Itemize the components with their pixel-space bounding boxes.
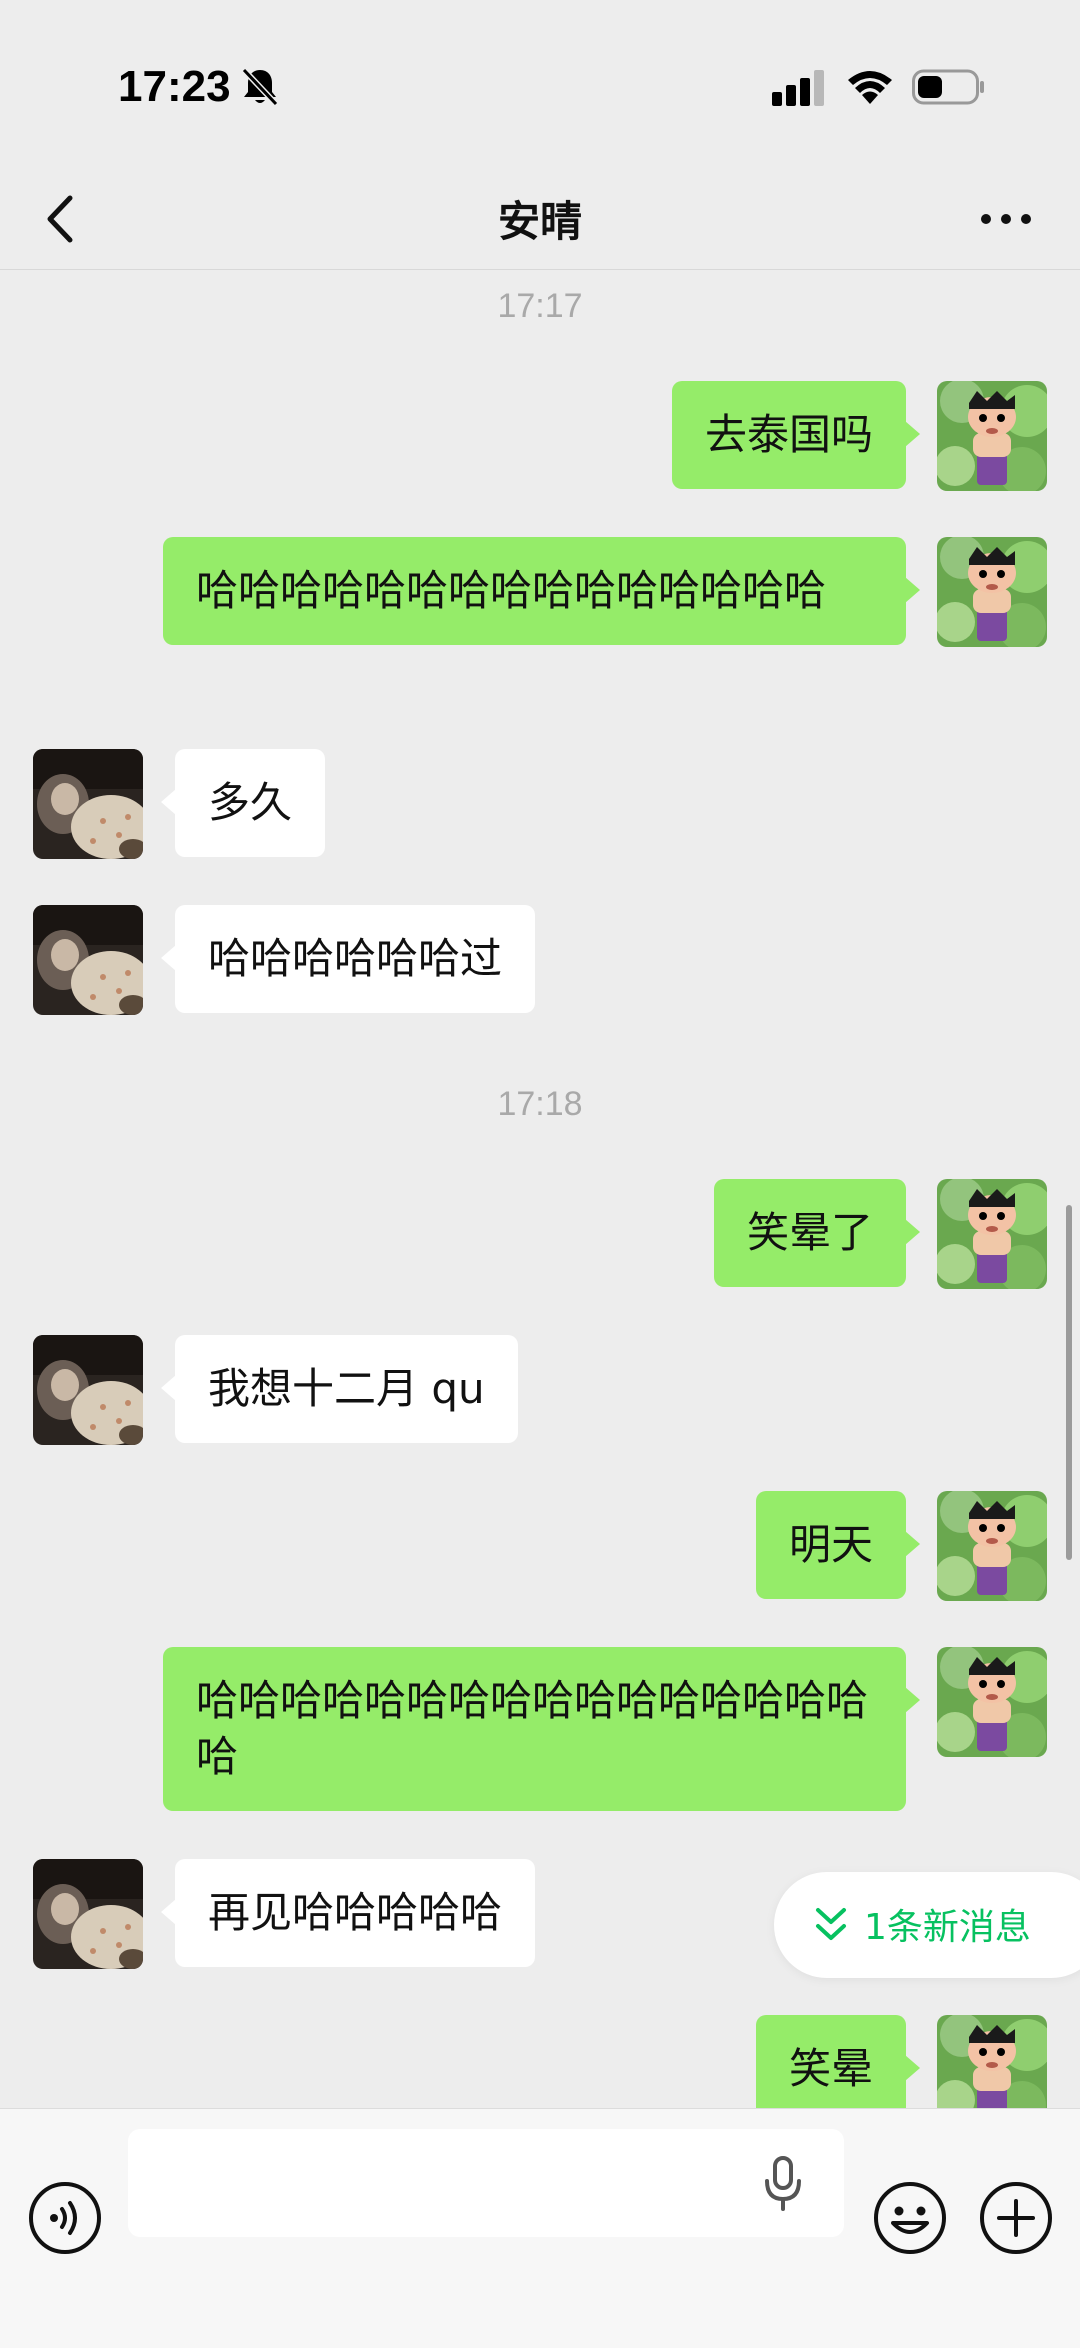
scrollbar[interactable] bbox=[1066, 1205, 1072, 1560]
composer-bar bbox=[0, 2108, 1080, 2348]
my-avatar[interactable] bbox=[937, 1491, 1047, 1601]
sent-message[interactable]: 笑晕 bbox=[755, 2015, 921, 2108]
signal-icon bbox=[772, 70, 824, 106]
contact-avatar[interactable] bbox=[33, 1335, 143, 1445]
wifi-icon bbox=[848, 71, 892, 104]
sent-message[interactable]: 明天 bbox=[755, 1491, 921, 1599]
chat-title: 安晴 bbox=[497, 197, 582, 246]
my-avatar[interactable] bbox=[937, 1647, 1047, 1757]
received-message[interactable]: 我想十二月 qu bbox=[161, 1335, 518, 1443]
received-message[interactable]: 再见哈哈哈哈哈 bbox=[160, 1859, 536, 1967]
new-messages-button[interactable]: 1条新消息 bbox=[774, 1872, 1080, 1978]
my-avatar[interactable] bbox=[937, 2015, 1047, 2108]
status-time: 17:23 bbox=[118, 62, 231, 111]
bell-slash-icon bbox=[241, 67, 279, 107]
my-avatar[interactable] bbox=[937, 1179, 1047, 1289]
nav-bar: 安晴 bbox=[0, 170, 1080, 270]
emoji-icon[interactable] bbox=[873, 2181, 947, 2255]
my-avatar[interactable] bbox=[937, 381, 1047, 491]
received-message[interactable]: 哈哈哈哈哈哈过 bbox=[160, 905, 536, 1013]
sent-message[interactable]: 哈哈哈哈哈哈哈哈哈哈哈哈哈哈哈 bbox=[163, 537, 920, 645]
received-message[interactable]: 多久 bbox=[160, 749, 326, 857]
sent-message[interactable]: 笑晕了 bbox=[713, 1179, 921, 1287]
battery-icon bbox=[912, 69, 984, 105]
double-chevron-down-icon bbox=[816, 1908, 846, 1940]
plus-icon[interactable] bbox=[979, 2181, 1053, 2255]
sent-message[interactable]: 去泰国吗 bbox=[671, 381, 921, 489]
contact-avatar[interactable] bbox=[33, 749, 143, 859]
more-dots-icon[interactable] bbox=[978, 204, 1034, 234]
status-bar: 17:23 bbox=[0, 0, 1080, 170]
sent-message[interactable]: 哈哈哈哈哈哈哈哈哈哈哈哈哈哈哈哈哈 bbox=[163, 1647, 920, 1811]
contact-avatar[interactable] bbox=[33, 905, 143, 1015]
my-avatar[interactable] bbox=[937, 537, 1047, 647]
contact-avatar[interactable] bbox=[33, 1859, 143, 1969]
voice-icon[interactable] bbox=[28, 2181, 102, 2255]
timestamp: 17:17 bbox=[497, 287, 583, 325]
message-input[interactable] bbox=[128, 2129, 844, 2237]
microphone-icon[interactable] bbox=[762, 2155, 804, 2213]
chat-area[interactable]: 17:17 去泰国吗 哈哈哈哈哈哈哈哈哈哈哈哈哈哈哈 多久 哈哈哈哈哈哈过 17… bbox=[0, 271, 1080, 2108]
timestamp: 17:18 bbox=[497, 1085, 583, 1123]
new-messages-label: 1条新消息 bbox=[864, 1907, 1031, 1948]
